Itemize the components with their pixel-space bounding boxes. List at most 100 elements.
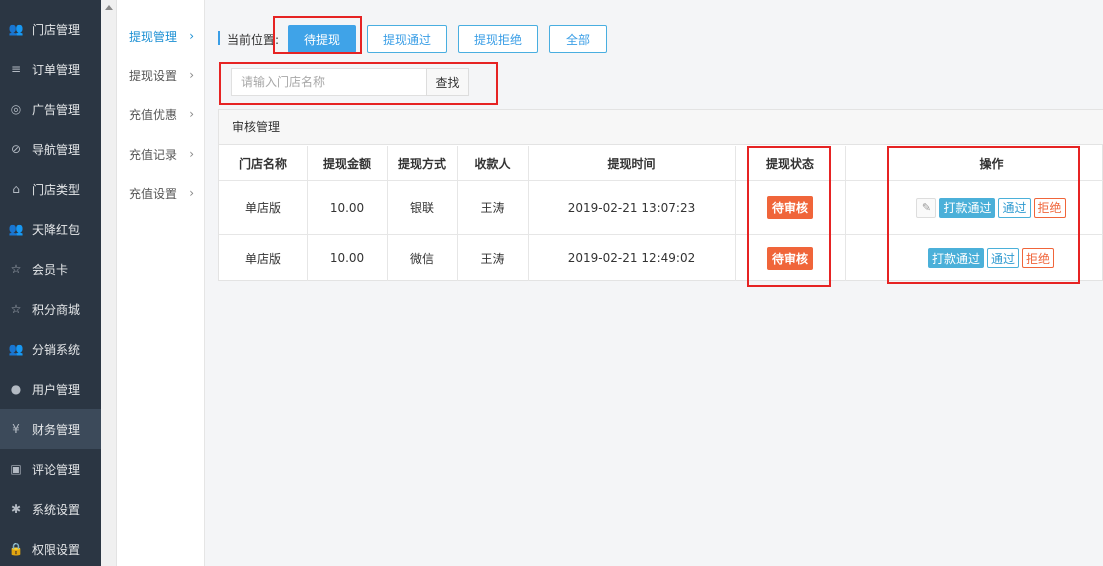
sidebar-item-points-mall[interactable]: ☆ 积分商城 — [0, 289, 101, 329]
sidebar-item-store-management[interactable]: 👥 门店管理 — [0, 9, 101, 49]
submenu-item-label: 提现设置 — [129, 68, 178, 83]
submenu-item-withdraw-management[interactable]: 提现管理 › — [117, 16, 205, 56]
store-name-search-input[interactable] — [231, 68, 427, 96]
sidebar-item-label: 积分商城 — [32, 302, 81, 317]
sidebar-item-system-settings[interactable]: ✱ 系统设置 — [0, 489, 101, 529]
edit-icon[interactable]: ✎ — [916, 197, 937, 218]
column-header-store: 门店名称 — [238, 157, 287, 171]
sidebar-scrollbar[interactable] — [101, 0, 117, 566]
star-icon: ☆ — [10, 302, 22, 316]
sidebar-item-order-management[interactable]: ≡ 订单管理 — [0, 49, 101, 89]
sidebar-item-label: 广告管理 — [32, 102, 81, 117]
users-icon: 👥 — [8, 222, 24, 236]
pay-approve-button[interactable]: 打款通过 — [939, 197, 996, 218]
sidebar-item-permissions[interactable]: 🔒 权限设置 — [0, 529, 101, 566]
breadcrumb: 当前位置: — [227, 33, 280, 47]
cell-payee: 王涛 — [480, 201, 505, 215]
star-icon: ☆ — [10, 262, 22, 276]
sidebar-item-finance[interactable]: ¥ 财务管理 — [0, 409, 101, 449]
column-header-payee: 收款人 — [474, 157, 511, 171]
sidebar-item-label: 系统设置 — [32, 502, 81, 517]
sidebar-item-label: 天降红包 — [32, 222, 81, 237]
chevron-right-icon: › — [189, 107, 194, 121]
column-divider — [845, 146, 846, 281]
cell-payee: 王涛 — [480, 251, 505, 266]
submenu-item-withdraw-settings[interactable]: 提现设置 › — [117, 55, 205, 95]
tab-withdraw-approved[interactable]: 提现通过 — [367, 25, 447, 53]
sidebar-item-label: 会员卡 — [32, 262, 69, 277]
sidebar-item-store-types[interactable]: ⌂ 门店类型 — [0, 169, 101, 209]
approve-button[interactable]: 通过 — [998, 197, 1031, 218]
sidebar-item-label: 财务管理 — [32, 422, 81, 437]
yen-icon: ¥ — [12, 422, 20, 436]
sidebar-item-label: 订单管理 — [32, 62, 81, 77]
sub-menu: 提现管理 › 提现设置 › 充值优惠 › 充值记录 › 充值设置 › — [117, 0, 205, 566]
cell-method: 银联 — [409, 201, 434, 215]
money-icon: ▣ — [10, 462, 22, 476]
list-icon: ≡ — [10, 62, 22, 76]
reject-button[interactable]: 拒绝 — [1022, 248, 1055, 268]
submenu-item-recharge-settings[interactable]: 充值设置 › — [117, 173, 205, 213]
sidebar-item-label: 分销系统 — [32, 342, 81, 357]
sidebar-item-label: 评论管理 — [32, 462, 81, 477]
cell-status: 待审核 — [735, 181, 845, 234]
cell-status: 待审核 — [735, 235, 845, 281]
sidebar-item-label: 导航管理 — [32, 142, 81, 157]
sidebar-item-label: 权限设置 — [32, 542, 81, 557]
sidebar-item-comments[interactable]: ▣ 评论管理 — [0, 449, 101, 489]
cell-time: 2019-02-21 13:07:23 — [567, 200, 696, 215]
approve-button[interactable]: 通过 — [986, 248, 1019, 268]
main-content: 当前位置: 待提现 提现通过 提现拒绝 全部 查找 审核管理 门店名称 提现金额… — [206, 0, 1103, 566]
status-badge: 待审核 — [766, 246, 813, 270]
panel-title: 审核管理 — [219, 110, 1103, 145]
submenu-item-recharge-records[interactable]: 充值记录 › — [117, 134, 205, 174]
cell-method: 微信 — [409, 251, 434, 266]
sidebar-item-distribution[interactable]: 👥 分销系统 — [0, 329, 101, 369]
submenu-item-label: 充值记录 — [129, 147, 178, 162]
cell-actions: 打款通过 通过 拒绝 — [891, 235, 1091, 281]
tab-pending-withdraw[interactable]: 待提现 — [288, 25, 356, 53]
sidebar-item-red-packet[interactable]: 👥 天降红包 — [0, 209, 101, 249]
compass-icon: ⊘ — [10, 142, 22, 156]
sidebar-item-label: 用户管理 — [32, 382, 81, 397]
submenu-item-recharge-discount[interactable]: 充值优惠 › — [117, 94, 205, 134]
column-header-time: 提现时间 — [607, 157, 656, 171]
cell-amount: 10.00 — [329, 200, 365, 215]
cell-time: 2019-02-21 12:49:02 — [567, 251, 696, 265]
submenu-item-label: 提现管理 — [129, 29, 178, 44]
search-button[interactable]: 查找 — [426, 68, 469, 96]
bank-icon: ⌂ — [12, 182, 20, 196]
cell-store: 单店版 — [244, 251, 281, 266]
chevron-right-icon: › — [189, 29, 194, 43]
sidebar-item-nav-management[interactable]: ⊘ 导航管理 — [0, 129, 101, 169]
column-header-actions: 操作 — [979, 157, 1004, 171]
sidebar-item-user-management[interactable]: ● 用户管理 — [0, 369, 101, 409]
reject-button[interactable]: 拒绝 — [1033, 197, 1066, 218]
sidebar-item-label: 门店管理 — [32, 22, 81, 37]
lock-icon: 🔒 — [8, 542, 24, 556]
column-header-method: 提现方式 — [397, 157, 446, 171]
column-header-amount: 提现金额 — [322, 157, 371, 171]
cell-store: 单店版 — [244, 201, 281, 215]
column-header-status: 提现状态 — [765, 157, 814, 171]
main-sidebar: 👥 门店管理 ≡ 订单管理 ◎ 广告管理 ⊘ 导航管理 ⌂ 门店类型 👥 天降红… — [0, 0, 101, 566]
breadcrumb-marker — [218, 31, 220, 45]
group-icon: 👥 — [8, 342, 24, 356]
lifebuoy-icon: ◎ — [10, 102, 22, 116]
cell-actions: ✎ 打款通过 通过 拒绝 — [891, 181, 1091, 234]
pay-approve-button[interactable]: 打款通过 — [927, 248, 984, 268]
submenu-item-label: 充值优惠 — [129, 107, 178, 122]
chevron-right-icon: › — [189, 186, 194, 200]
cell-amount: 10.00 — [329, 251, 365, 265]
tab-withdraw-rejected[interactable]: 提现拒绝 — [458, 25, 538, 53]
chevron-right-icon: › — [189, 68, 194, 82]
sidebar-item-label: 门店类型 — [32, 182, 81, 197]
sidebar-item-member-card[interactable]: ☆ 会员卡 — [0, 249, 101, 289]
chevron-right-icon: › — [189, 147, 194, 161]
scroll-up-arrow-icon[interactable] — [105, 5, 113, 10]
submenu-item-label: 充值设置 — [129, 186, 178, 201]
review-panel: 审核管理 门店名称 提现金额 提现方式 收款人 提现时间 提现状态 操作 单店版… — [218, 109, 1103, 281]
tab-all[interactable]: 全部 — [549, 25, 607, 53]
users-icon: 👥 — [8, 22, 24, 36]
sidebar-item-ad-management[interactable]: ◎ 广告管理 — [0, 89, 101, 129]
